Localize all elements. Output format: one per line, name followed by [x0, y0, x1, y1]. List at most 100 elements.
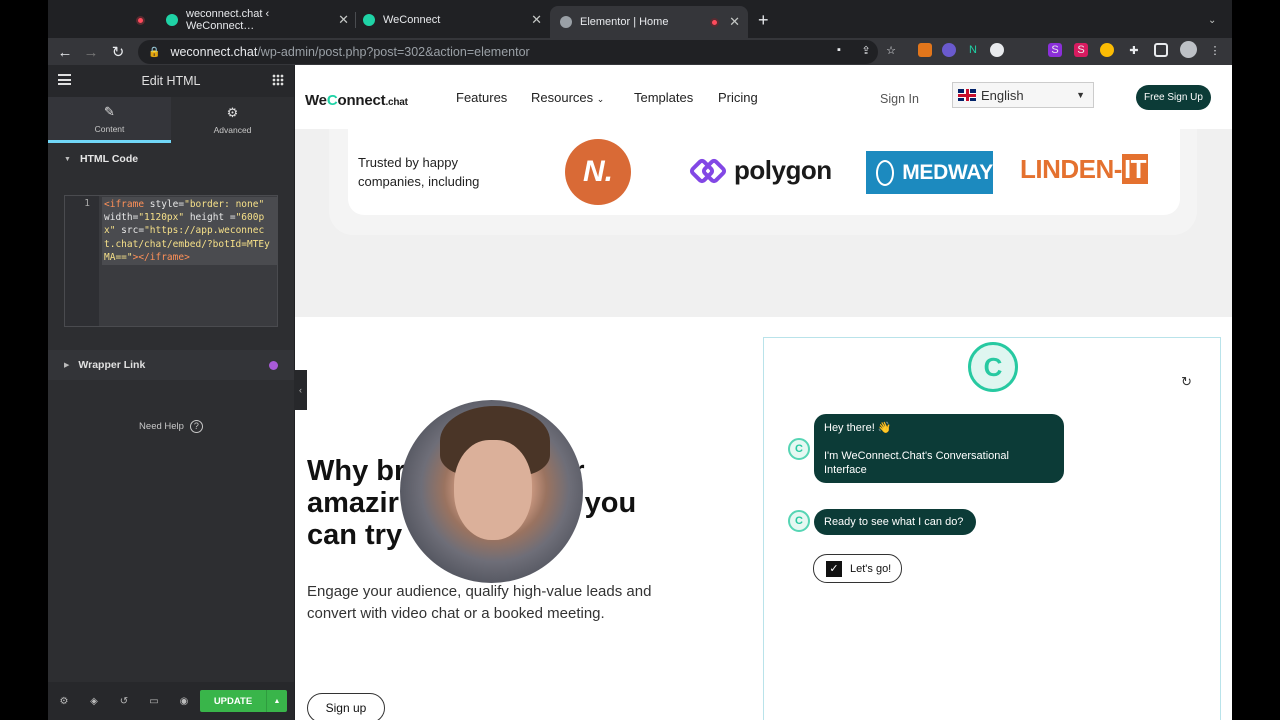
tab-title: weconnect.chat ‹ WeConnect… — [186, 8, 270, 32]
code-token: src= — [115, 225, 145, 237]
hero-title-line: can try — [307, 519, 403, 551]
checkbox-checked-icon: ✓ — [826, 560, 842, 577]
tab-elementor-home[interactable]: Elementor | Home ✕ — [550, 6, 748, 38]
side-panel-icon[interactable] — [1154, 43, 1168, 57]
html-code-editor[interactable]: 1 <iframe style="border: none" width="11… — [64, 195, 278, 327]
trusted-section: Trusted by happy companies, including N.… — [295, 129, 1232, 317]
widgets-grid-icon[interactable] — [272, 74, 284, 86]
sign-in-link[interactable]: Sign In — [880, 92, 919, 106]
collapse-panel-chevron-icon[interactable]: ‹ — [294, 370, 307, 410]
lets-go-choice-button[interactable]: ✓ Let's go! — [813, 554, 902, 583]
code-content[interactable]: <iframe style="border: none" width="1120… — [102, 197, 277, 266]
sign-up-button[interactable]: Sign up — [307, 693, 385, 720]
panel-tabs: ✎ Content ⚙ Advanced — [48, 97, 294, 143]
layers-icon[interactable]: ◈ — [88, 695, 100, 707]
tab-weconnect[interactable]: WeConnect ✕ — [363, 6, 542, 34]
client-logo-medway: MEDWAY — [866, 151, 993, 194]
nav-templates[interactable]: Templates — [634, 90, 693, 105]
bot-avatar: C — [788, 438, 810, 460]
extension-icon[interactable]: S — [1074, 43, 1088, 57]
language-select[interactable]: English ▼ — [952, 82, 1094, 108]
extension-icon[interactable]: S — [1048, 43, 1062, 57]
question-circle-icon: ? — [189, 420, 203, 433]
nav-pricing[interactable]: Pricing — [718, 90, 758, 105]
profile-avatar[interactable] — [1180, 41, 1197, 58]
trusted-inner: Trusted by happy companies, including N.… — [348, 129, 1180, 215]
free-sign-up-button[interactable]: Free Sign Up — [1136, 85, 1211, 110]
extension-icon[interactable]: N — [966, 43, 980, 57]
hamburger-menu-icon[interactable] — [58, 74, 71, 85]
tab-search-chevron-icon[interactable]: ⌄ — [1208, 6, 1222, 34]
camera-icon[interactable]: ▪ — [832, 43, 846, 57]
webcam-face — [454, 440, 532, 540]
nav-label: Resources — [531, 90, 594, 105]
weconnect-favicon-icon — [363, 14, 375, 26]
client-logo-linden-it: LINDEN-IT — [1020, 154, 1149, 185]
kebab-menu-icon[interactable]: ⋮ — [1208, 43, 1222, 57]
need-help-label: Need Help — [139, 421, 184, 432]
client-logo-n: N. — [565, 139, 631, 205]
choice-label: Let's go! — [850, 562, 892, 575]
logo-text: onnect — [337, 92, 386, 109]
hero-subtitle: Engage your audience, qualify high-value… — [307, 583, 652, 622]
nav-resources[interactable]: Resources ⌄ — [531, 90, 604, 105]
nav-features[interactable]: Features — [456, 90, 507, 105]
history-icon[interactable]: ↺ — [118, 695, 130, 707]
puzzle-extensions-icon[interactable]: ✚ — [1127, 43, 1141, 57]
need-help-link[interactable]: Need Help? — [48, 420, 294, 433]
site-logo[interactable]: WeConnect.chat — [305, 92, 408, 109]
dynamic-tags-icon[interactable] — [269, 361, 278, 370]
preview-eye-icon[interactable]: ◉ — [178, 695, 190, 707]
line-number: 1 — [65, 196, 99, 326]
close-icon[interactable]: ✕ — [729, 14, 740, 30]
metamask-extension-icon[interactable] — [918, 43, 932, 57]
lock-icon: 🔒 — [148, 46, 161, 58]
close-icon[interactable]: ✕ — [531, 12, 542, 28]
code-token: ></iframe> — [132, 251, 190, 263]
extension-icon[interactable] — [990, 43, 1004, 57]
panel-title: Edit HTML — [141, 74, 201, 88]
tab-weconnect-admin[interactable]: weconnect.chat ‹ WeConnect… + ✕ — [166, 6, 349, 34]
section-html-code[interactable]: ▼ HTML Code — [48, 143, 294, 175]
chevron-down-icon: ⌄ — [596, 94, 605, 104]
panel-footer: ⚙ ◈ ↺ ▭ ◉ UPDATE ▲ — [48, 682, 294, 720]
chat-bot-logo-icon: C — [968, 342, 1018, 392]
close-icon[interactable]: ✕ — [338, 12, 349, 28]
section-wrapper-link[interactable]: ▶ Wrapper Link — [48, 350, 294, 380]
refresh-icon[interactable]: ↻ — [1181, 374, 1192, 390]
preview-page: WeConnect.chat Features Resources ⌄ Temp… — [295, 65, 1232, 720]
caret-down-icon: ▼ — [64, 155, 71, 163]
panel-header: Edit HTML — [48, 65, 294, 97]
share-icon[interactable]: ⇪ — [859, 43, 873, 57]
extension-icon[interactable] — [942, 43, 956, 57]
back-arrow-icon[interactable]: ← — [54, 41, 76, 63]
caret-right-icon: ▶ — [64, 362, 70, 369]
tab-strip: weconnect.chat ‹ WeConnect… + ✕ WeConnec… — [48, 0, 1232, 38]
tab-title: Elementor | Home — [580, 16, 669, 28]
update-button[interactable]: UPDATE — [200, 690, 266, 712]
reload-icon[interactable]: ↻ — [107, 41, 129, 63]
forward-arrow-icon[interactable]: → — [80, 41, 102, 63]
record-dot-icon — [136, 15, 145, 25]
code-token: height = — [184, 212, 236, 224]
code-token: style= — [144, 199, 185, 210]
record-dot-icon — [710, 17, 720, 27]
new-tab-button[interactable]: + — [758, 6, 778, 34]
settings-gear-icon[interactable]: ⚙ — [58, 695, 70, 707]
tab-content[interactable]: ✎ Content — [48, 97, 171, 143]
chat-widget-iframe: C ↻ C Hey there! 👋 I'm WeConnect.Chat's … — [763, 337, 1221, 720]
bookmark-star-icon[interactable]: ☆ — [884, 43, 898, 57]
update-options-caret-icon[interactable]: ▲ — [266, 690, 287, 712]
section-title: HTML Code — [79, 153, 139, 165]
logo-text: MEDWAY — [902, 160, 993, 184]
logo-text: IT — [1121, 154, 1149, 184]
hero-title-line: Why br — [307, 455, 406, 487]
address-bar[interactable]: 🔒 weconnect.chat/wp-admin/post.php?post=… — [138, 40, 878, 64]
extension-icon[interactable] — [1100, 43, 1114, 57]
tab-advanced[interactable]: ⚙ Advanced — [171, 97, 294, 143]
site-header: WeConnect.chat Features Resources ⌄ Temp… — [295, 65, 1232, 129]
logo-text: We — [305, 92, 327, 109]
polygon-hex-icon — [687, 156, 729, 186]
responsive-mode-icon[interactable]: ▭ — [148, 695, 160, 707]
chat-message: Hey there! 👋 I'm WeConnect.Chat's Conver… — [814, 414, 1064, 483]
